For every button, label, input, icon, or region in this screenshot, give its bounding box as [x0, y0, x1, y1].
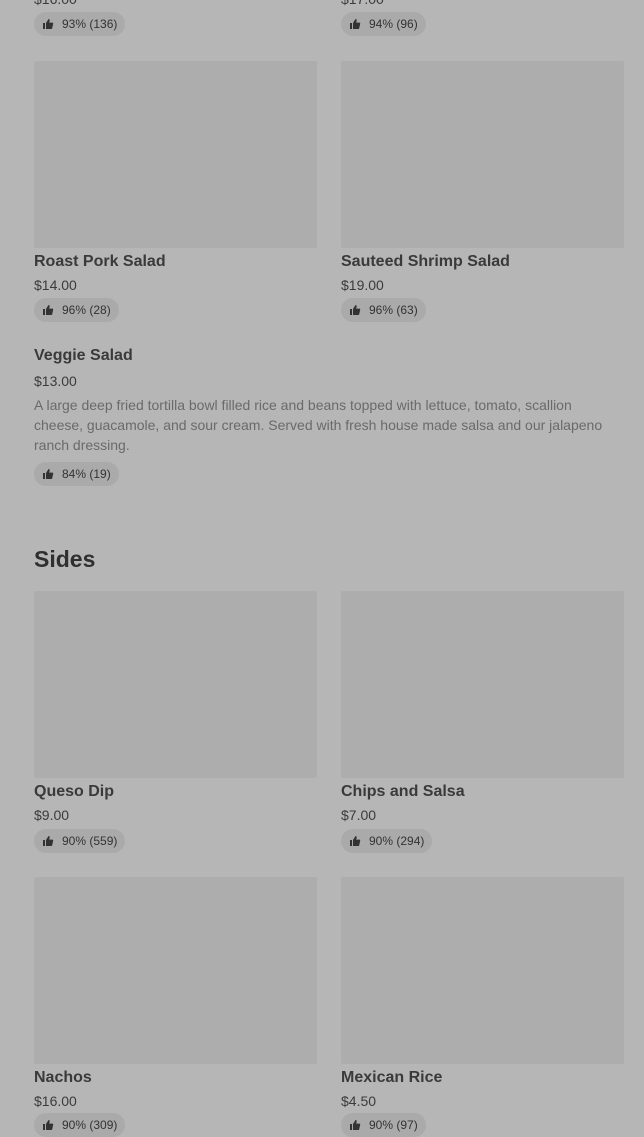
rating-badge: 93% (136) [34, 12, 126, 36]
item-price: $14.00 [34, 277, 77, 293]
rating-text: 90% (309) [62, 1118, 118, 1132]
menu-item-title[interactable]: Queso Dip [34, 782, 114, 802]
rating-badge: 90% (97) [341, 1113, 426, 1137]
rating-text: 96% (63) [369, 303, 418, 317]
thumbs-up-icon [349, 835, 361, 847]
rating-badge: 96% (63) [341, 298, 426, 322]
menu-item-image[interactable] [34, 877, 317, 1064]
menu-item-title[interactable]: Roast Pork Salad [34, 252, 166, 272]
thumbs-up-icon [349, 18, 361, 30]
rating-badge: 90% (559) [34, 829, 126, 853]
thumbs-up-icon [42, 835, 54, 847]
menu-item-title[interactable]: Sauteed Shrimp Salad [341, 252, 510, 272]
rating-badge: 84% (19) [34, 462, 119, 486]
menu-item-title[interactable]: Veggie Salad [34, 346, 133, 366]
menu-item-image[interactable] [34, 591, 317, 778]
menu-item-image[interactable] [34, 61, 317, 248]
thumbs-up-icon [349, 1119, 361, 1131]
rating-badge: 90% (294) [341, 829, 433, 853]
menu-item-image[interactable] [341, 591, 624, 778]
thumbs-up-icon [42, 304, 54, 316]
menu-item-title[interactable]: Chips and Salsa [341, 782, 465, 802]
rating-badge: 96% (28) [34, 298, 119, 322]
menu-item-title[interactable]: Mexican Rice [341, 1068, 442, 1088]
item-price: $16.00 [34, 1093, 77, 1109]
item-price: $7.00 [341, 807, 377, 823]
rating-text: 84% (19) [62, 467, 111, 481]
section-title: Sides [34, 546, 96, 572]
menu-item-image[interactable] [341, 877, 624, 1064]
thumbs-up-icon [349, 304, 361, 316]
item-description: A large deep fried tortilla bowl filled … [34, 397, 603, 453]
thumbs-up-icon [42, 468, 54, 480]
item-price: $19.00 [341, 277, 384, 293]
rating-badge: 94% (96) [341, 12, 426, 36]
menu-item-title[interactable]: Nachos [34, 1068, 92, 1088]
rating-text: 94% (96) [369, 17, 418, 31]
rating-badge: 90% (309) [34, 1113, 126, 1137]
rating-text: 90% (97) [369, 1118, 418, 1132]
rating-text: 96% (28) [62, 303, 111, 317]
item-price: $9.00 [34, 807, 70, 823]
item-price: $17.00 [341, 0, 384, 8]
item-price: $4.50 [341, 1093, 377, 1109]
rating-text: 90% (559) [62, 834, 118, 848]
rating-text: 90% (294) [369, 834, 425, 848]
item-price: $13.00 [34, 373, 77, 389]
item-price: $16.00 [34, 0, 77, 8]
menu-item-image[interactable] [341, 61, 624, 248]
thumbs-up-icon [42, 18, 54, 30]
thumbs-up-icon [42, 1119, 54, 1131]
rating-text: 93% (136) [62, 17, 118, 31]
